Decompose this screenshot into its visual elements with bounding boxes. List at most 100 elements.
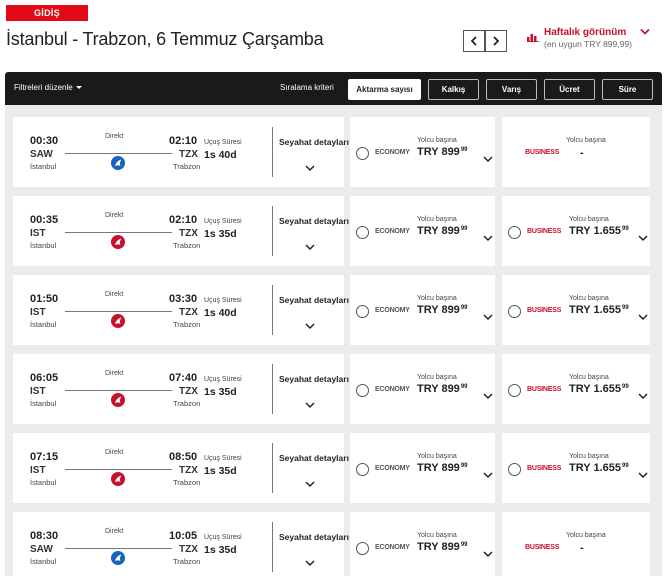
travel-details-toggle[interactable] — [305, 159, 315, 177]
departure-time: 00:35 — [30, 214, 59, 226]
flight-info-card[interactable]: 07:15 IST İstanbul Direkt 08:50 TZX Trabzon Uçu… — [13, 433, 349, 503]
economy-expand-toggle[interactable] — [483, 308, 493, 326]
business-fare-radio[interactable] — [508, 384, 521, 397]
travel-details-toggle[interactable] — [305, 475, 315, 493]
business-class-label: BUSINESS — [527, 228, 562, 235]
arrival-city: Trabzon — [173, 241, 201, 250]
flight-info-card[interactable]: 06:05 IST İstanbul Direkt 07:40 TZX Trabzon Uçu… — [13, 354, 349, 424]
travel-details-link[interactable]: Seyahat detayları — [279, 137, 349, 147]
sort-by-arrival-button[interactable]: Varış — [486, 79, 537, 100]
divider — [272, 127, 273, 177]
business-fare-card[interactable]: BUSINESS Yolcu başına TRY 1.65599 — [502, 196, 650, 266]
sort-by-transfers-button[interactable]: Aktarma sayısı — [348, 79, 421, 100]
bar-chart-icon — [527, 34, 539, 42]
economy-fare-card[interactable]: ECONOMY Yolcu başına TRY 89999 — [350, 433, 495, 503]
departure-airport: SAW — [30, 544, 53, 555]
economy-expand-toggle[interactable] — [483, 387, 493, 405]
economy-fare-radio[interactable] — [356, 384, 369, 397]
caret-down-icon — [75, 86, 82, 90]
direct-label: Direkt — [105, 528, 124, 535]
economy-fare-card[interactable]: ECONOMY Yolcu başına TRY 89999 — [350, 117, 495, 187]
direct-label: Direkt — [105, 370, 124, 377]
economy-fare-card[interactable]: ECONOMY Yolcu başına TRY 89999 — [350, 275, 495, 345]
airline-logo — [111, 393, 125, 407]
flight-info-card[interactable]: 08:30 SAW İstanbul Direkt 10:05 TZX Trabzon Uçu… — [13, 512, 349, 576]
flight-duration-label: Uçuş Süresi — [204, 455, 242, 462]
previous-day-button[interactable] — [463, 30, 485, 52]
travel-details-link[interactable]: Seyahat detayları — [279, 216, 349, 226]
arrival-time: 02:10 — [169, 135, 198, 147]
business-fare-card[interactable]: BUSINESS Yolcu başına TRY 1.65599 — [502, 354, 650, 424]
business-class-label: BUSINESS — [527, 386, 562, 393]
route-line — [65, 153, 172, 154]
business-fare-card-unavailable: BUSINESS Yolcu başına - — [502, 117, 650, 187]
edit-filters-button[interactable]: Filtreleri düzenle — [14, 83, 82, 92]
economy-fare-radio[interactable] — [356, 226, 369, 239]
flight-info-card[interactable]: 01:50 IST İstanbul Direkt 03:30 TZX Trabzon Uçu… — [13, 275, 349, 345]
business-expand-toggle[interactable] — [638, 387, 648, 405]
business-fare-radio[interactable] — [508, 226, 521, 239]
flight-duration-label: Uçuş Süresi — [204, 534, 242, 541]
economy-class-label: ECONOMY — [375, 465, 410, 472]
chevron-down-icon — [305, 560, 315, 567]
travel-details-toggle[interactable] — [305, 238, 315, 256]
travel-details-link[interactable]: Seyahat detayları — [279, 374, 349, 384]
business-fare-card[interactable]: BUSINESS Yolcu başına TRY 1.65599 — [502, 275, 650, 345]
economy-fare-card[interactable]: ECONOMY Yolcu başına TRY 89999 — [350, 354, 495, 424]
economy-fare-radio[interactable] — [356, 305, 369, 318]
travel-details-toggle[interactable] — [305, 317, 315, 335]
per-passenger-label: Yolcu başına — [569, 216, 609, 223]
per-passenger-label: Yolcu başına — [569, 453, 609, 460]
sort-by-departure-button[interactable]: Kalkış — [428, 79, 479, 100]
direct-label: Direkt — [105, 291, 124, 298]
sort-by-price-button[interactable]: Ücret — [544, 79, 595, 100]
flight-duration: 1s 35d — [204, 544, 237, 556]
next-day-button[interactable] — [485, 30, 507, 52]
economy-class-label: ECONOMY — [375, 386, 410, 393]
chevron-down-icon — [483, 156, 493, 163]
direct-label: Direkt — [105, 133, 124, 140]
direction-badge: GİDİŞ — [6, 5, 88, 21]
travel-details-link[interactable]: Seyahat detayları — [279, 532, 349, 542]
business-class-label: BUSINESS — [527, 307, 562, 314]
route-line — [65, 232, 172, 233]
business-fare-radio[interactable] — [508, 463, 521, 476]
tail-bird-icon — [115, 554, 122, 561]
business-price-unavailable: - — [580, 542, 584, 554]
travel-details-link[interactable]: Seyahat detayları — [279, 453, 349, 463]
chevron-down-icon — [305, 165, 315, 172]
economy-expand-toggle[interactable] — [483, 229, 493, 247]
chevron-right-icon — [493, 36, 500, 46]
travel-details-link[interactable]: Seyahat detayları — [279, 295, 349, 305]
departure-time: 01:50 — [30, 293, 59, 305]
business-price: TRY 1.65599 — [569, 383, 629, 395]
business-fare-radio[interactable] — [508, 305, 521, 318]
economy-fare-radio[interactable] — [356, 463, 369, 476]
business-expand-toggle[interactable] — [638, 308, 648, 326]
economy-fare-card[interactable]: ECONOMY Yolcu başına TRY 89999 — [350, 196, 495, 266]
arrival-city: Trabzon — [173, 320, 201, 329]
economy-class-label: ECONOMY — [375, 149, 410, 156]
chevron-down-icon — [640, 28, 650, 35]
business-fare-card[interactable]: BUSINESS Yolcu başına TRY 1.65599 — [502, 433, 650, 503]
travel-details-toggle[interactable] — [305, 554, 315, 572]
business-expand-toggle[interactable] — [638, 229, 648, 247]
business-class-label: BUSINESS — [525, 544, 560, 551]
economy-price: TRY 89999 — [417, 225, 468, 237]
economy-expand-toggle[interactable] — [483, 545, 493, 563]
economy-expand-toggle[interactable] — [483, 150, 493, 168]
travel-details-toggle[interactable] — [305, 396, 315, 414]
chevron-down-icon — [483, 472, 493, 479]
economy-fare-card[interactable]: ECONOMY Yolcu başına TRY 89999 — [350, 512, 495, 576]
business-expand-toggle[interactable] — [638, 466, 648, 484]
economy-expand-toggle[interactable] — [483, 466, 493, 484]
divider — [272, 364, 273, 414]
economy-fare-radio[interactable] — [356, 147, 369, 160]
flight-duration: 1s 35d — [204, 465, 237, 477]
sort-by-duration-button[interactable]: Süre — [602, 79, 653, 100]
economy-fare-radio[interactable] — [356, 542, 369, 555]
divider — [272, 206, 273, 256]
flight-info-card[interactable]: 00:30 SAW İstanbul Direkt 02:10 TZX Trabzon Uçu… — [13, 117, 349, 187]
flight-info-card[interactable]: 00:35 IST İstanbul Direkt 02:10 TZX Trabzon Uçu… — [13, 196, 349, 266]
arrival-city: Trabzon — [173, 478, 201, 487]
